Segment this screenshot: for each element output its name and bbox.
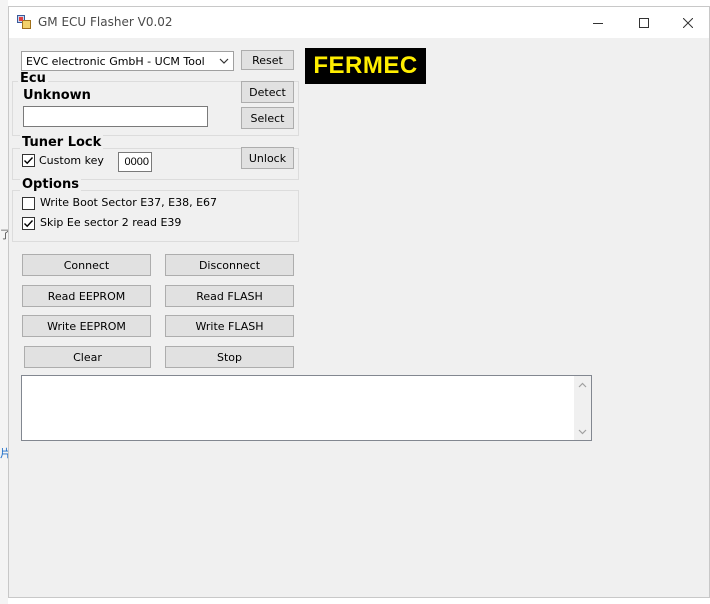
chevron-up-icon: [578, 382, 587, 387]
fermec-logo: FERMEC: [305, 48, 426, 84]
custom-key-checkbox[interactable]: [22, 154, 35, 167]
clear-button[interactable]: Clear: [24, 346, 151, 368]
unlock-button[interactable]: Unlock: [241, 147, 294, 169]
ecu-group-label: Ecu: [18, 71, 48, 86]
window-title: GM ECU Flasher V0.02: [38, 15, 173, 29]
background-window-edge: [0, 0, 8, 604]
tool-dropdown[interactable]: EVC electronic GmbH - UCM Tool: [21, 51, 234, 71]
write-boot-sector-checkbox[interactable]: [22, 197, 35, 210]
checkmark-icon: [24, 220, 34, 228]
skip-ee-sector-label: Skip Ee sector 2 read E39: [40, 216, 182, 229]
log-scrollbar[interactable]: [574, 376, 591, 440]
client-area: EVC electronic GmbH - UCM Tool Reset FER…: [9, 38, 709, 597]
maximize-icon: [639, 17, 649, 28]
read-flash-button[interactable]: Read FLASH: [165, 285, 294, 307]
ecu-input[interactable]: [23, 106, 208, 127]
tool-dropdown-value: EVC electronic GmbH - UCM Tool: [26, 54, 205, 68]
maximize-button[interactable]: [621, 7, 667, 38]
disconnect-button[interactable]: Disconnect: [165, 254, 294, 276]
minimize-button[interactable]: [575, 7, 621, 38]
title-bar: GM ECU Flasher V0.02: [9, 7, 709, 38]
app-icon: [17, 15, 31, 29]
close-button[interactable]: [665, 7, 710, 38]
tuner-lock-group-label: Tuner Lock: [20, 135, 104, 150]
skip-ee-sector-checkbox[interactable]: [22, 217, 35, 230]
read-eeprom-button[interactable]: Read EEPROM: [22, 285, 151, 307]
custom-key-input[interactable]: [118, 152, 152, 172]
minimize-icon: [593, 22, 603, 24]
checkmark-icon: [24, 157, 34, 165]
log-output[interactable]: [21, 375, 592, 441]
chevron-down-icon: [219, 58, 229, 64]
detect-button[interactable]: Detect: [241, 81, 294, 103]
scroll-up-button[interactable]: [574, 376, 591, 393]
stop-button[interactable]: Stop: [165, 346, 294, 368]
custom-key-label: Custom key: [39, 154, 104, 167]
app-window: GM ECU Flasher V0.02 EVC electronic GmbH…: [8, 6, 710, 598]
scroll-down-button[interactable]: [574, 423, 591, 440]
write-boot-sector-label: Write Boot Sector E37, E38, E67: [40, 196, 218, 209]
write-eeprom-button[interactable]: Write EEPROM: [22, 315, 151, 337]
select-button[interactable]: Select: [241, 107, 294, 129]
chevron-down-icon: [578, 429, 587, 434]
write-flash-button[interactable]: Write FLASH: [165, 315, 294, 337]
connect-button[interactable]: Connect: [22, 254, 151, 276]
ecu-status: Unknown: [23, 88, 91, 103]
close-icon: [683, 17, 693, 28]
reset-button[interactable]: Reset: [241, 50, 294, 70]
options-group-label: Options: [20, 177, 81, 192]
